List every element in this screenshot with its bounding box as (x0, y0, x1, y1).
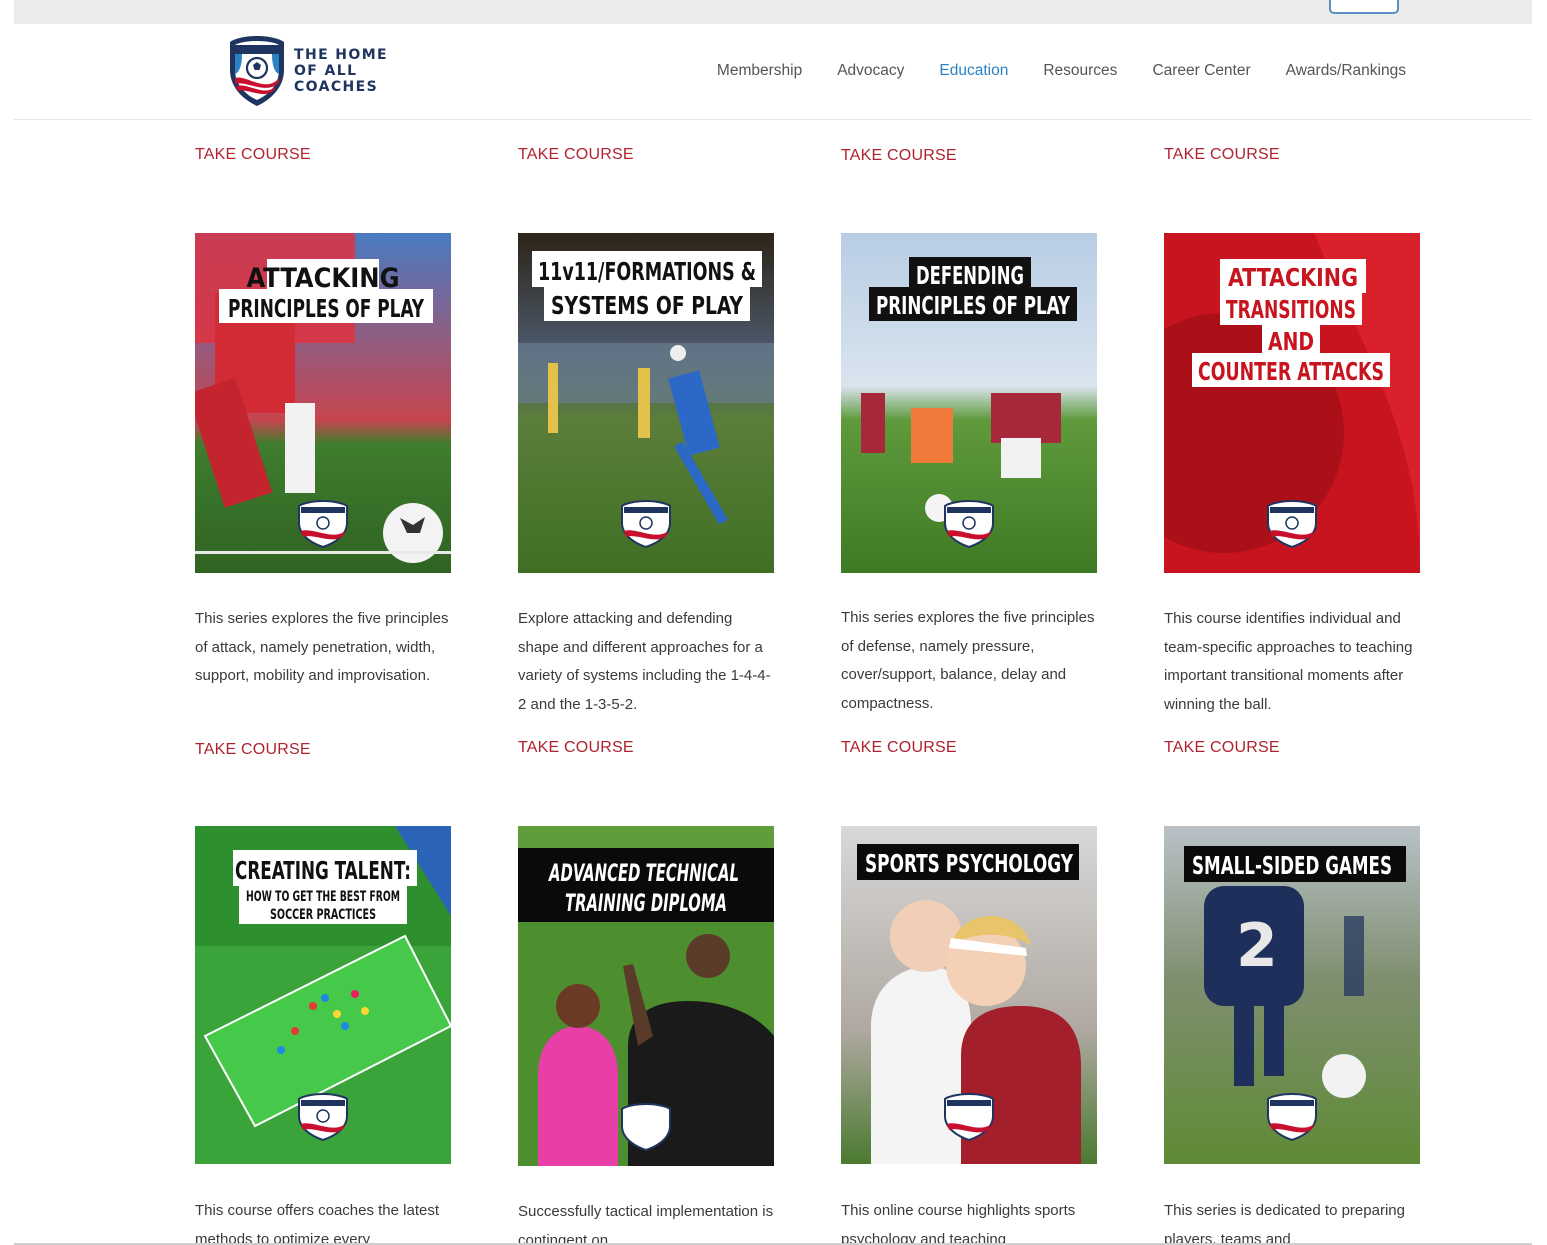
course-title-line: SYSTEMS OF PLAY (551, 291, 744, 320)
take-course-link[interactable]: TAKE COURSE (518, 739, 634, 757)
nav-item-career-center[interactable]: Career Center (1152, 62, 1250, 80)
top-button-hint[interactable] (1329, 0, 1399, 14)
take-course-link[interactable]: TAKE COURSE (841, 147, 957, 165)
site-logo[interactable]: THE HOME OF ALL COACHES (226, 34, 388, 108)
take-course-link[interactable]: TAKE COURSE (1164, 739, 1280, 757)
course-card-image[interactable]: SPORTS PSYCHOLOGY (841, 826, 1097, 1164)
course-description: Explore attacking and defending shape an… (518, 610, 771, 713)
take-course-link[interactable]: TAKE COURSE (841, 739, 957, 757)
course-card-image[interactable]: ATTACKING PRINCIPLES OF PLAY (195, 233, 451, 573)
svg-text:2: 2 (1236, 911, 1278, 981)
course-title-line: PRINCIPLES OF PLAY (876, 291, 1071, 320)
course-card-image[interactable]: DEFENDING PRINCIPLES OF PLAY (841, 233, 1097, 573)
browser-top-strip (14, 0, 1532, 24)
course-title-line: AND (1268, 327, 1314, 356)
course-title-line: CREATING TALENT: (235, 856, 411, 885)
course-description: This series is dedicated to preparing pl… (1164, 1202, 1405, 1245)
course-description: Successfully tactical implementation is … (518, 1203, 774, 1245)
course-description: This course offers coaches the latest me… (195, 1202, 440, 1245)
course-title-line: TRANSITIONS (1226, 295, 1356, 324)
course-title-line: TRAINING DIPLOMA (565, 889, 727, 917)
course-title-line: PRINCIPLES OF PLAY (228, 294, 425, 323)
course-title-line: SPORTS PSYCHOLOGY (865, 849, 1074, 878)
course-card-image[interactable]: 2 SMALL-SIDED GAMES (1164, 826, 1420, 1164)
nav-item-membership[interactable]: Membership (717, 62, 802, 80)
course-description: This online course highlights sports psy… (841, 1202, 1076, 1245)
logo-line-1: THE HOME (294, 47, 389, 63)
course-title-line: ATTACKING (1228, 263, 1358, 292)
nav-item-awards-rankings[interactable]: Awards/Rankings (1286, 62, 1406, 80)
course-description: This series explores the five principles… (195, 610, 449, 684)
course-title-line: DEFENDING (916, 261, 1024, 290)
nav-item-advocacy[interactable]: Advocacy (837, 62, 904, 80)
course-card-image[interactable]: ATTACKING TRANSITIONS AND COUNTER ATTACK… (1164, 233, 1420, 573)
nav-item-resources[interactable]: Resources (1043, 62, 1117, 80)
take-course-link[interactable]: TAKE COURSE (1164, 146, 1280, 164)
course-title-line: COUNTER ATTACKS (1198, 357, 1384, 386)
take-course-link[interactable]: TAKE COURSE (195, 146, 311, 164)
course-card-image[interactable]: ADVANCED TECHNICAL TRAINING DIPLOMA (518, 826, 774, 1166)
course-title-line: SOCCER PRACTICES (270, 907, 376, 923)
site-header: THE HOME OF ALL COACHES Membership Advoc… (14, 24, 1532, 120)
take-course-link[interactable]: TAKE COURSE (518, 146, 634, 164)
course-title-line: ATTACKING (246, 263, 399, 294)
course-title-line: SMALL-SIDED GAMES (1192, 851, 1392, 880)
course-card-image[interactable]: CREATING TALENT: HOW TO GET THE BEST FRO… (195, 826, 451, 1164)
course-title-line: HOW TO GET THE BEST FROM (246, 889, 400, 905)
take-course-link[interactable]: TAKE COURSE (195, 741, 311, 759)
logo-line-2: OF ALL (294, 63, 358, 79)
course-description: This series explores the five principles… (841, 609, 1095, 712)
nav-item-education[interactable]: Education (939, 62, 1008, 80)
logo-tagline: THE HOME OF ALL COACHES (294, 47, 388, 95)
main-nav: Membership Advocacy Education Resources … (717, 62, 1406, 80)
course-description: This course identifies individual and te… (1164, 610, 1413, 713)
logo-line-3: COACHES (294, 79, 379, 95)
course-title-line: 11v11/FORMATIONS & (538, 257, 756, 286)
course-title-line: ADVANCED TECHNICAL (548, 859, 739, 887)
shield-logo-icon (230, 36, 284, 106)
course-card-image[interactable]: 11v11/FORMATIONS & SYSTEMS OF PLAY (518, 233, 774, 573)
